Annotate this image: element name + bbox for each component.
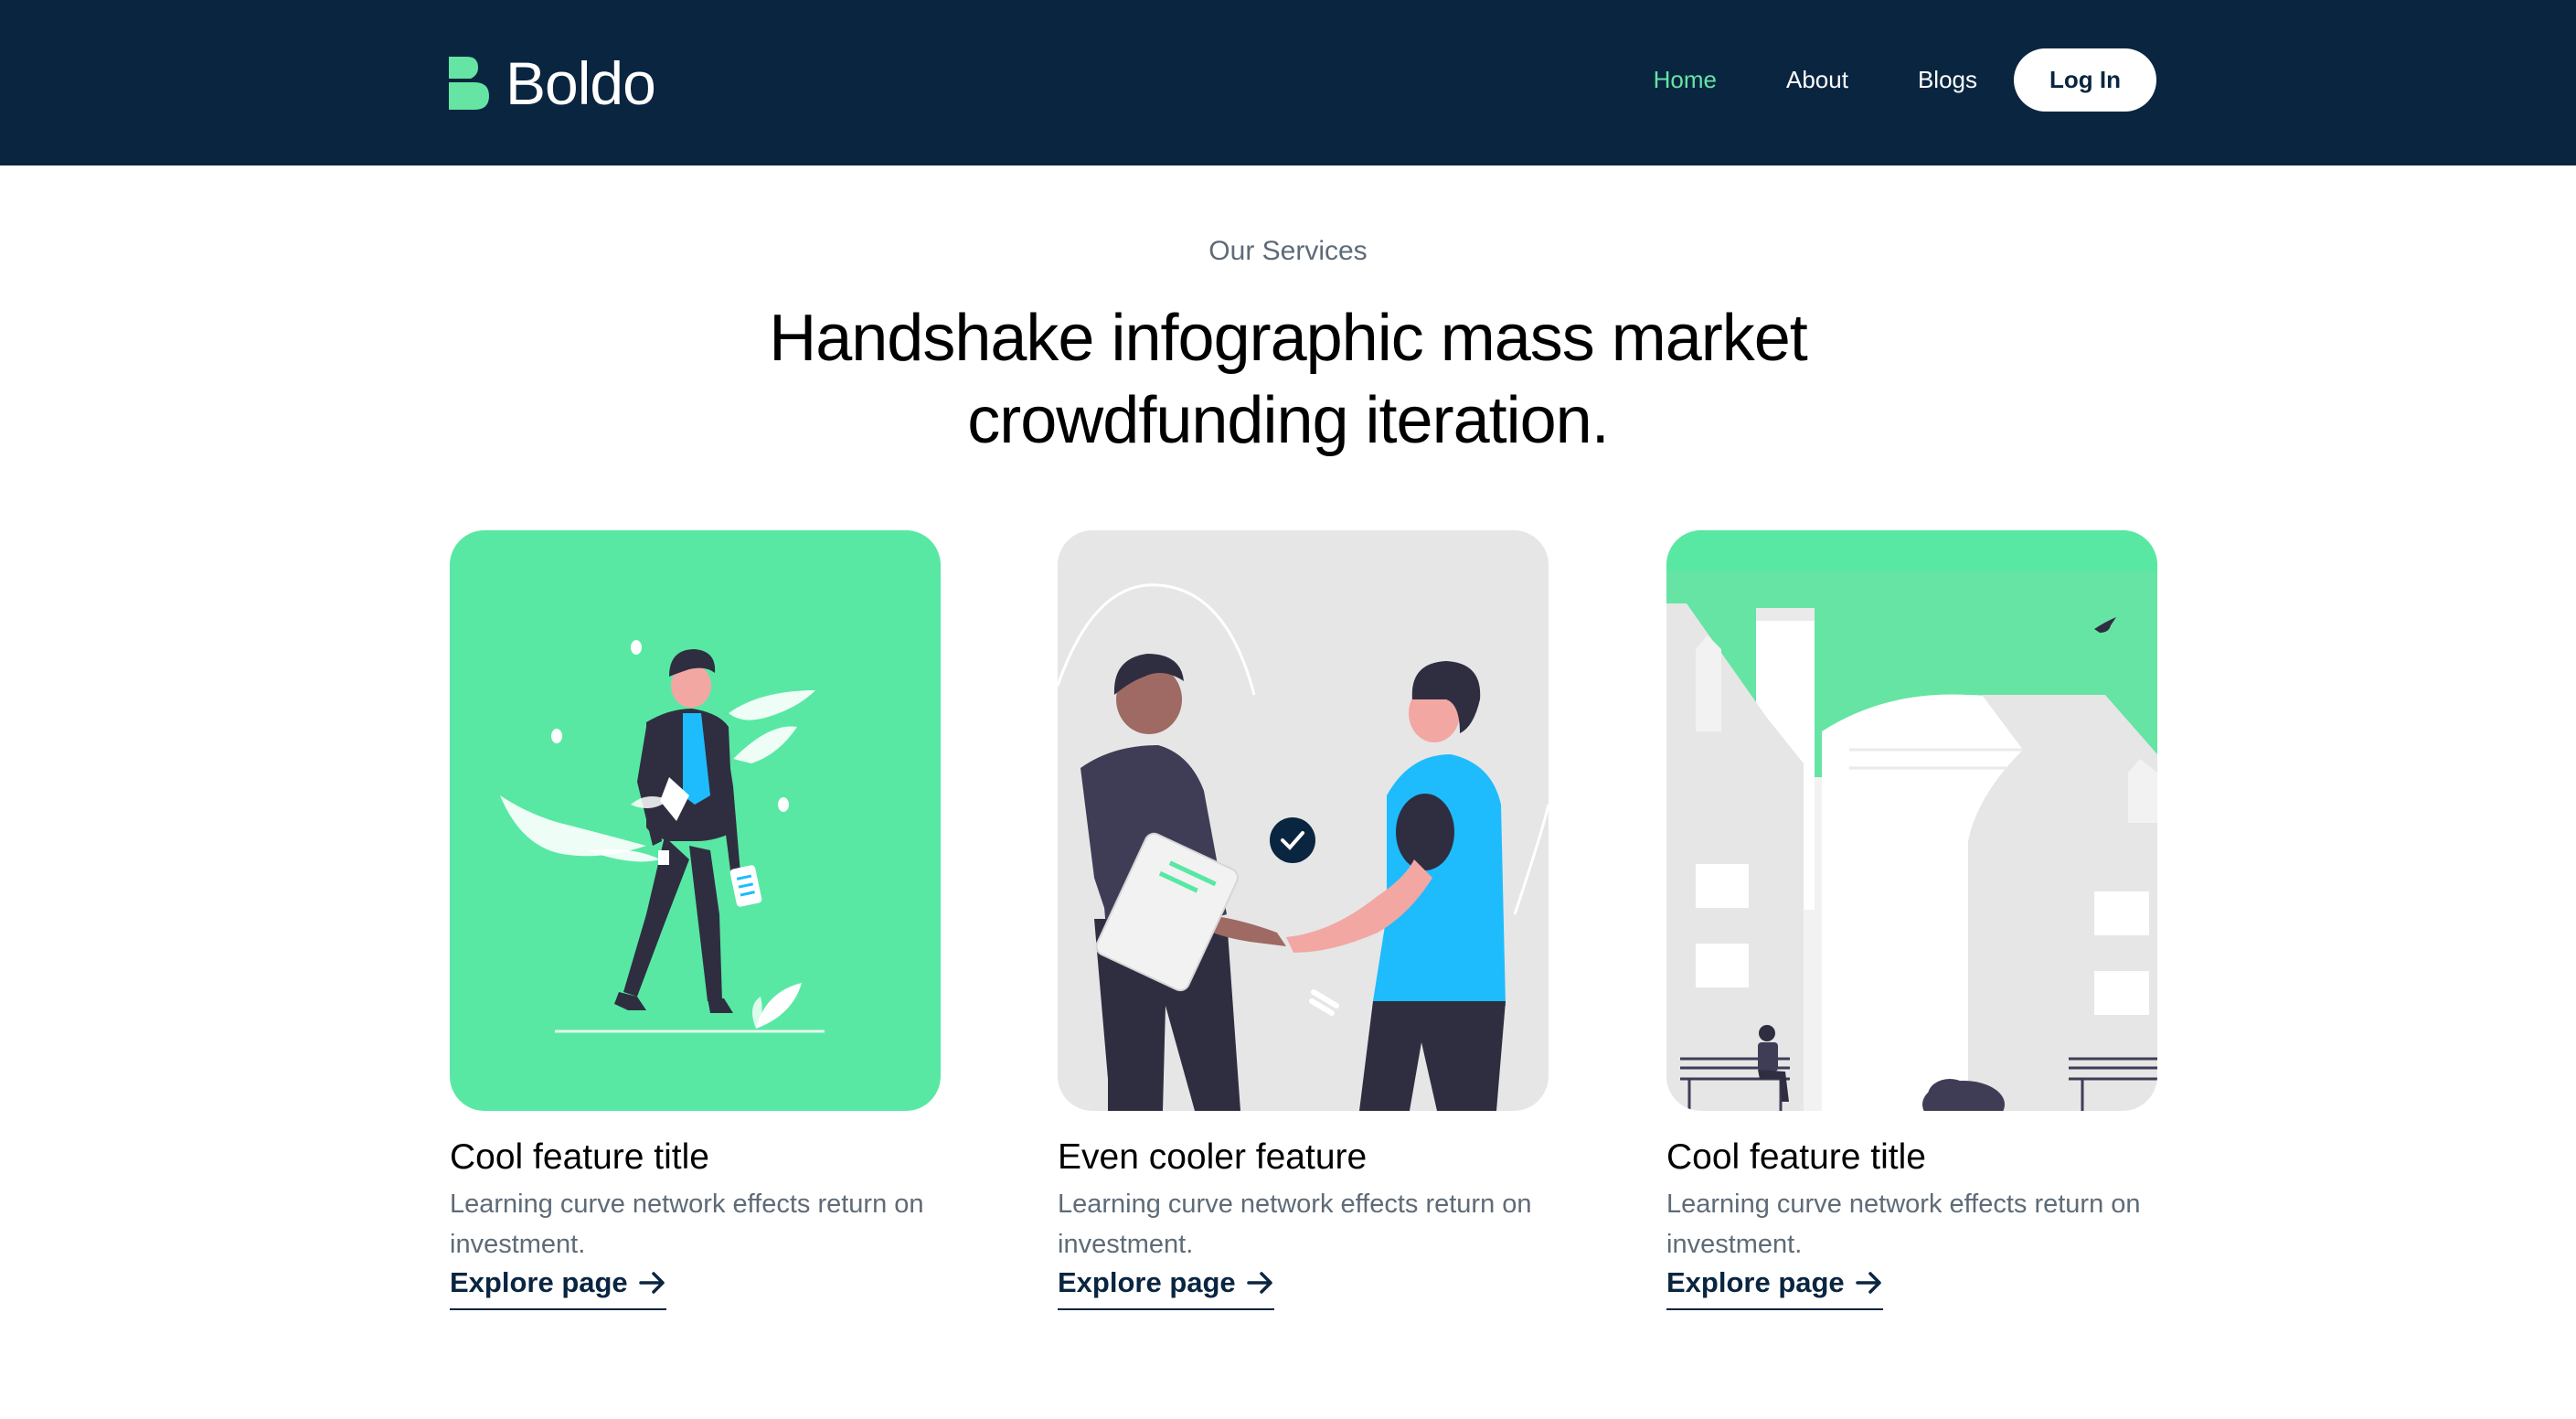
feature-card-3: Cool feature title Learning curve networ… xyxy=(1666,530,2157,1310)
top-navbar: Boldo Home About Blogs Log In xyxy=(0,0,2576,165)
headline-line-2: crowdfunding iteration. xyxy=(967,384,1609,457)
person-walking-illustration xyxy=(500,640,825,1033)
arrow-right-icon xyxy=(1246,1272,1272,1294)
card-illustration-2 xyxy=(1058,530,1549,1111)
headline-line-1: Handshake infographic mass market xyxy=(769,302,1808,375)
login-button[interactable]: Log In xyxy=(2014,48,2156,112)
card-title: Even cooler feature xyxy=(1058,1137,1368,1177)
city-buildings-illustration xyxy=(1666,530,2157,1111)
explore-page-link[interactable]: Explore page xyxy=(1666,1266,1883,1310)
feature-card-2: Even cooler feature Learning curve netwo… xyxy=(1058,530,1549,1310)
handshake-illustration xyxy=(1058,583,1549,1111)
arrow-right-icon xyxy=(638,1272,665,1294)
arrow-right-icon xyxy=(1855,1272,1881,1294)
brand-logo[interactable]: Boldo xyxy=(449,49,656,117)
nav-home-link[interactable]: Home xyxy=(1654,66,1717,94)
card-description: Learning curve network effects return on… xyxy=(1666,1190,2141,1259)
main-nav: Home About Blogs Log In xyxy=(1654,48,2156,112)
card-illustration-3 xyxy=(1666,530,2157,1111)
section-eyebrow: Our Services xyxy=(1208,236,1368,266)
nav-about-link[interactable]: About xyxy=(1786,66,1848,94)
feature-card-1: Cool feature title Learning curve networ… xyxy=(450,530,941,1310)
explore-page-link[interactable]: Explore page xyxy=(450,1266,666,1310)
brand-name: Boldo xyxy=(506,49,656,117)
section-headline: Handshake infographic mass market crowdf… xyxy=(0,297,2576,462)
boldo-b-logo-icon xyxy=(449,57,489,110)
card-description: Learning curve network effects return on… xyxy=(450,1190,924,1259)
explore-link-label: Explore page xyxy=(1058,1266,1236,1298)
card-title: Cool feature title xyxy=(450,1137,709,1177)
card-description: Learning curve network effects return on… xyxy=(1058,1190,1532,1259)
nav-blogs-link[interactable]: Blogs xyxy=(1918,66,1977,94)
card-illustration-1 xyxy=(450,530,941,1111)
explore-link-label: Explore page xyxy=(450,1266,628,1298)
explore-link-label: Explore page xyxy=(1666,1266,1845,1298)
explore-page-link[interactable]: Explore page xyxy=(1058,1266,1274,1310)
card-title: Cool feature title xyxy=(1666,1137,1926,1177)
